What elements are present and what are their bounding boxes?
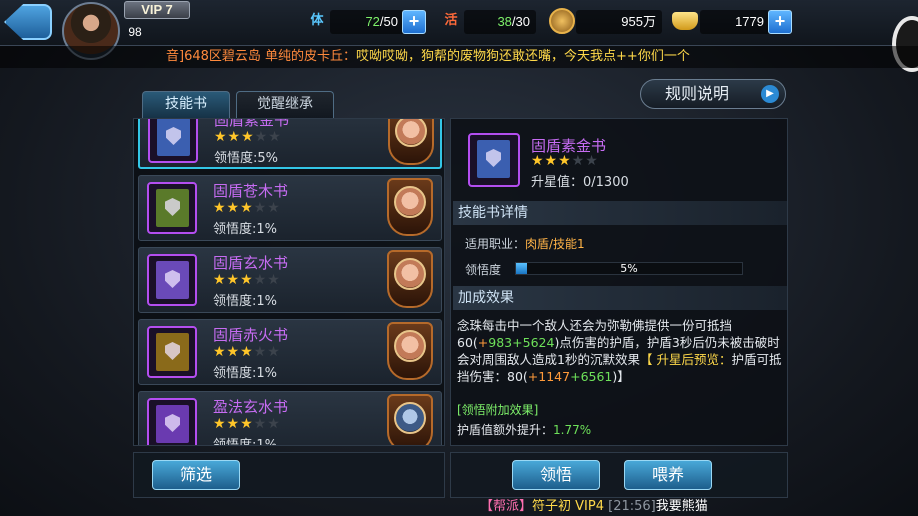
star-rating: ★★★★★ [213,272,281,288]
book-icon [148,119,198,163]
extra-effect-label: 护盾值额外提升： [457,423,554,437]
book-name: 固盾苍木书 [213,182,289,200]
book-progress: 领悟度:1% [213,222,278,237]
job-row: 适用职业：肉盾/技能1 [465,235,585,252]
job-label: 适用职业： [465,237,526,251]
book-progress: 领悟度:1% [213,366,278,381]
book-name: 固盾玄水书 [213,254,289,272]
book-icon [147,326,197,378]
stamina-value: 72/50 [330,10,404,34]
book-icon [147,254,197,306]
stamina-current: 72 [365,14,380,29]
comprehension-label: 领悟度 [465,263,502,277]
comprehend-button[interactable]: 领悟 [512,460,600,490]
hero-badge-icon [387,322,433,380]
detail-star-rating: ★★★★★ [531,153,599,169]
bonus-description: 念珠每击中一个敌人还会为弥勒佛提供一份可抵挡60(+983+5624)点伤害的护… [457,317,783,385]
detail-footer [450,452,788,498]
hero-badge-icon [387,178,433,236]
section-bonus-header: 加成效果 [453,286,787,310]
chat-message: 我要熊猫 [655,499,708,514]
rules-button-label: 规则说明 [665,84,730,103]
broadcast-message: 哎呦哎呦，狗帮的废物狗还敢还嘴，今天我点++你们一个 [356,49,690,64]
book-name: 固盾赤火书 [213,326,289,344]
chat-time: [21:56] [608,499,656,514]
hero-badge-icon [388,119,434,165]
book-icon [147,182,197,234]
extra-effect-header: [领悟附加效果] [457,403,539,417]
book-name: 盈法玄水书 [213,398,289,416]
ingots-value: 1779 [700,10,770,34]
star-rating: ★★★★★ [214,129,282,145]
skill-book-list[interactable]: 固盾素金书 ★★★★★ 领悟度:5% 固盾苍木书 ★★★★★ 领悟度:1% 固盾… [133,118,445,446]
activity-current: 38 [497,14,512,29]
comprehension-percent: 5% [620,262,638,275]
extra-effect-row: 护盾值额外提升：1.77% [457,421,591,438]
play-arrow-icon: ▶ [761,85,779,103]
feed-button[interactable]: 喂养 [624,460,712,490]
chat-user: 符子初 VIP4 [532,499,604,514]
desc-num: 983 [488,335,513,350]
tab-skill-books[interactable]: 技能书 [142,91,230,118]
desc-num: +1147 [527,369,571,384]
list-item[interactable]: 固盾苍木书 ★★★★★ 领悟度:1% [138,175,442,241]
desc-preview-tag: 【 升星后预览： [639,352,732,367]
book-progress: 领悟度:1% [213,294,278,309]
list-item[interactable]: 盈法玄水书 ★★★★★ 领悟度:1% [138,391,442,446]
broadcast-channel: 音]648区碧云岛 单纯的皮卡丘： [166,49,357,64]
star-rating: ★★★★★ [213,344,281,360]
book-progress: 领悟度:1% [213,438,278,446]
hero-badge-icon [387,250,433,308]
add-stamina-button[interactable]: + [402,10,426,34]
list-item[interactable]: 固盾素金书 ★★★★★ 领悟度:5% [138,119,442,169]
filter-button[interactable]: 筛选 [152,460,240,490]
vip-badge: VIP 7 [124,1,190,19]
back-arrow-icon[interactable] [4,4,52,40]
list-item[interactable]: 固盾赤火书 ★★★★★ 领悟度:1% [138,319,442,385]
player-level: 98 [128,25,142,39]
activity-max: /30 [511,14,530,29]
add-ingots-button[interactable]: + [768,10,792,34]
star-rating: ★★★★★ [213,416,281,432]
chat-channel: 【帮派】 [480,499,533,514]
star-up-value: 升星值：0/1300 [531,175,629,190]
stamina-icon: 体 [310,13,324,28]
top-bar: VIP 7 98 体 72/50 + 活 38/30 955万 1779 + [0,0,918,60]
copper-coin-icon [547,6,577,36]
stamina-max: /50 [379,14,398,29]
job-value: 肉盾/技能1 [525,237,585,251]
rules-button[interactable]: 规则说明 ▶ [640,79,786,109]
book-progress: 领悟度:5% [214,151,279,166]
skill-book-detail: 固盾素金书 ★★★★★ 升星值：0/1300 技能书详情 适用职业：肉盾/技能1… [450,118,788,446]
detail-book-icon [468,133,520,187]
book-icon [147,398,197,445]
coins-value: 955万 [576,10,662,34]
desc-plus: + [477,335,489,350]
guild-chat-line[interactable]: 【帮派】符子初 VIP4 [21:56]我要熊猫 [480,498,780,516]
gold-ingot-icon [670,6,700,36]
desc-num: +5624 [512,335,555,350]
tab-awaken-inherit[interactable]: 觉醒继承 [236,91,334,118]
extra-effect-value: 1.77% [553,423,592,437]
desc-num: +6561 [570,369,613,384]
star-rating: ★★★★★ [213,200,281,216]
world-broadcast: 音]648区碧云岛 单纯的皮卡丘：哎呦哎呦，狗帮的废物狗还敢还嘴，今天我点++你… [0,46,918,68]
activity-icon: 活 [444,13,458,28]
desc-text: )】 [612,369,630,384]
activity-value: 38/30 [464,10,536,34]
list-item[interactable]: 固盾玄水书 ★★★★★ 领悟度:1% [138,247,442,313]
comprehension-bar: 5% [515,262,743,275]
section-details-header: 技能书详情 [453,201,787,225]
hero-badge-icon [387,394,433,445]
